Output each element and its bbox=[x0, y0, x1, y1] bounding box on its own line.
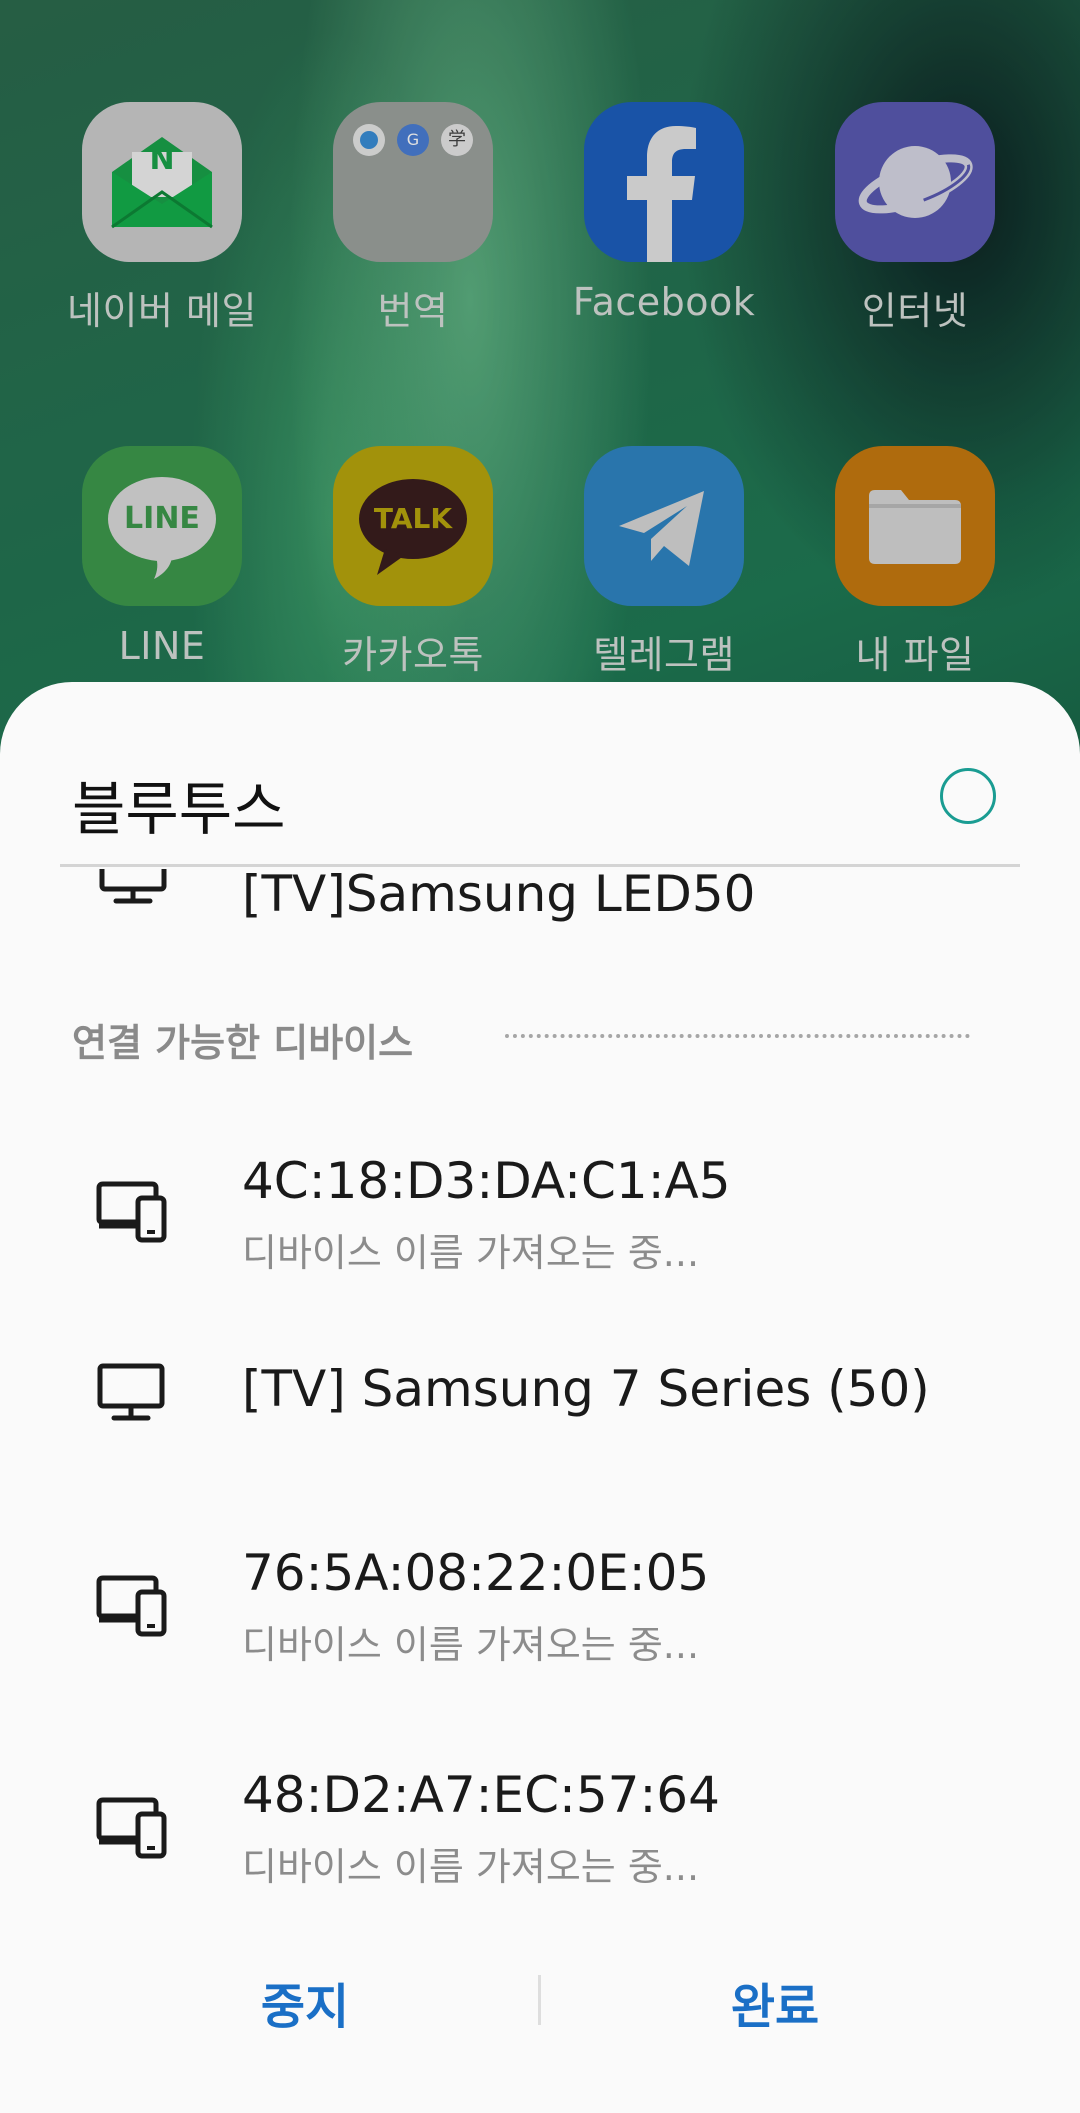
title-divider bbox=[60, 864, 1020, 867]
phone-laptop-icon bbox=[96, 1180, 170, 1248]
device-name: 48:D2:A7:EC:57:64 bbox=[242, 1766, 720, 1824]
phone-laptop-icon bbox=[96, 1574, 170, 1642]
scanning-progress-indicator bbox=[940, 768, 996, 824]
device-item[interactable]: 48:D2:A7:EC:57:64 디바이스 이름 가져오는 중... bbox=[0, 1732, 1080, 1902]
tv-icon bbox=[96, 1362, 166, 1430]
device-item[interactable]: [TV] Samsung 7 Series (50) bbox=[0, 1322, 1080, 1462]
done-button[interactable]: 완료 bbox=[505, 1942, 1045, 2062]
device-status: 디바이스 이름 가져오는 중... bbox=[242, 1231, 700, 1275]
device-name: [TV]Samsung LED50 bbox=[242, 869, 756, 923]
sheet-button-bar: 중지 완료 bbox=[0, 1942, 1080, 2062]
section-header-available-devices: 연결 가능한 디바이스 bbox=[72, 1021, 414, 1065]
device-item[interactable]: 76:5A:08:22:0E:05 디바이스 이름 가져오는 중... bbox=[0, 1512, 1080, 1682]
device-status: 디바이스 이름 가져오는 중... bbox=[242, 1623, 700, 1667]
device-item[interactable]: 4C:18:D3:DA:C1:A5 디바이스 이름 가져오는 중... bbox=[0, 1122, 1080, 1292]
paired-device-item[interactable]: [TV]Samsung LED50 bbox=[0, 869, 1080, 959]
device-name: [TV] Samsung 7 Series (50) bbox=[242, 1360, 930, 1418]
device-name: 76:5A:08:22:0E:05 bbox=[242, 1544, 710, 1602]
stop-button[interactable]: 중지 bbox=[35, 1942, 575, 2062]
bluetooth-sheet: 블루투스 [TV]Samsung LED50 연결 가능한 디바이스 4C:18… bbox=[0, 682, 1080, 2113]
device-status: 디바이스 이름 가져오는 중... bbox=[242, 1845, 700, 1889]
sheet-title: 블루투스 bbox=[72, 775, 286, 843]
device-name: 4C:18:D3:DA:C1:A5 bbox=[242, 1152, 731, 1210]
section-divider bbox=[505, 1034, 970, 1038]
tv-icon bbox=[98, 869, 168, 913]
phone-laptop-icon bbox=[96, 1796, 170, 1864]
